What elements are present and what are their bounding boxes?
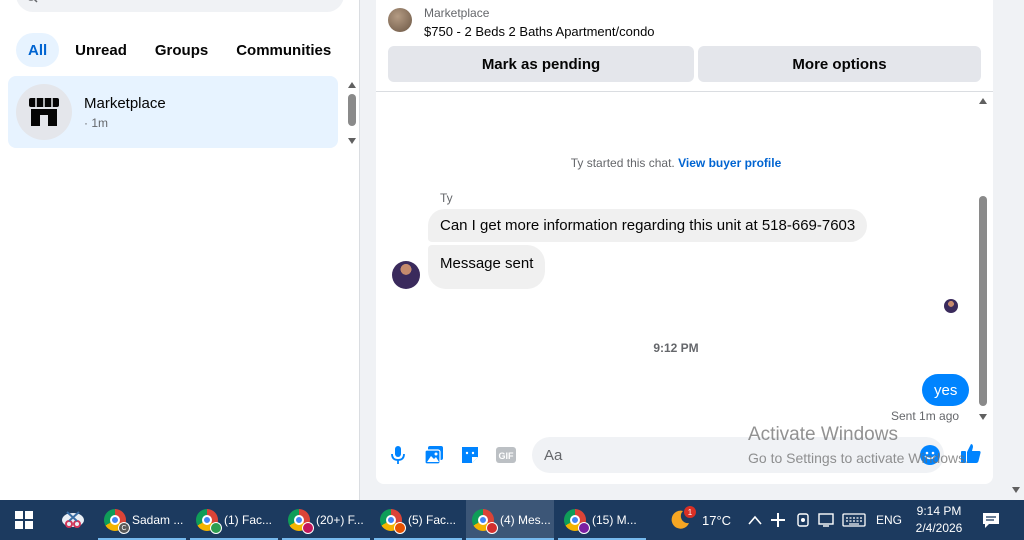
listing-thumbnail[interactable]	[388, 8, 412, 32]
chrome-icon	[472, 509, 498, 534]
sender-avatar[interactable]	[392, 261, 420, 289]
filter-all[interactable]: All	[16, 33, 60, 67]
svg-text:GIF: GIF	[499, 451, 515, 461]
mark-as-pending-button[interactable]: Mark as pending	[388, 46, 694, 82]
scroll-down-arrow-icon[interactable]	[979, 414, 987, 420]
taskbar-chrome-facebook-1[interactable]: (1) Fac...	[190, 500, 278, 540]
task-label: (4) Mes...	[500, 513, 551, 527]
filter-communities[interactable]: Communities	[224, 33, 343, 67]
windows-taskbar: C Sadam ... (1) Fac... (20+) F... (5) Fa…	[0, 500, 1024, 540]
task-label: Sadam ...	[132, 513, 184, 527]
taskbar-chrome-sadam[interactable]: C Sadam ...	[98, 500, 186, 540]
profile-badge-icon	[486, 522, 498, 534]
conversation-scrollbar[interactable]	[976, 96, 990, 422]
weather-temperature: 17°C	[702, 512, 732, 528]
task-label: (1) Fac...	[224, 513, 273, 527]
windows-start-icon[interactable]	[0, 500, 48, 540]
profile-badge-icon	[210, 522, 222, 534]
taskbar-chrome-facebook-20[interactable]: (20+) F...	[282, 500, 370, 540]
scroll-down-arrow-icon[interactable]	[348, 138, 356, 144]
taskbar-chrome-messenger-15[interactable]: (15) M...	[558, 500, 646, 540]
search-input[interactable]	[16, 0, 344, 12]
plus-icon[interactable]	[770, 500, 786, 540]
weather-widget[interactable]: 1 17°C	[668, 500, 731, 540]
more-options-button[interactable]: More options	[698, 46, 981, 82]
message-bubble-incoming[interactable]: Can I get more information regarding thi…	[428, 209, 868, 242]
message-bubble-incoming[interactable]: Message sent	[428, 245, 546, 289]
filter-tabs: All Unread Groups Communities	[16, 33, 343, 67]
input-language[interactable]: ENG	[876, 500, 902, 540]
scroll-thumb[interactable]	[348, 94, 356, 126]
profile-badge-icon	[578, 522, 590, 534]
watermark-title: Activate Windows	[748, 424, 898, 445]
meet-now-icon[interactable]	[796, 500, 810, 540]
chrome-icon: C	[104, 509, 130, 534]
filter-unread[interactable]: Unread	[63, 33, 139, 67]
read-receipt-avatar	[944, 299, 958, 313]
clock-date: 2/4/2026	[915, 521, 963, 535]
profile-badge: C	[118, 522, 130, 534]
profile-badge-icon	[394, 522, 406, 534]
taskbar-chrome-facebook-5[interactable]: (5) Fac...	[374, 500, 462, 540]
chrome-icon	[564, 509, 590, 534]
chrome-icon	[288, 509, 314, 534]
profile-badge-icon	[302, 522, 314, 534]
filter-groups[interactable]: Groups	[143, 33, 220, 67]
gif-icon[interactable]: GIF	[495, 444, 517, 466]
chat-started-text: Ty started this chat.	[570, 156, 675, 170]
activate-windows-watermark: Activate Windows Go to Settings to activ…	[748, 424, 969, 466]
listing-header: Marketplace $750 - 2 Beds 2 Baths Apartm…	[376, 0, 993, 92]
search-icon	[26, 0, 38, 6]
view-buyer-profile-link[interactable]: View buyer profile	[678, 156, 781, 170]
microphone-icon[interactable]	[387, 444, 409, 466]
show-hidden-icons-icon[interactable]	[748, 500, 762, 540]
page-scroll-down-arrow-icon[interactable]	[1012, 487, 1020, 493]
task-label: (5) Fac...	[408, 513, 457, 527]
conversation-item-marketplace[interactable]: Marketplace · 1m	[8, 76, 338, 148]
conversation-panel: Marketplace $750 - 2 Beds 2 Baths Apartm…	[376, 0, 993, 484]
snipping-tool-icon[interactable]	[58, 500, 88, 540]
message-timestamp: 9:12 PM	[653, 341, 699, 355]
system-clock[interactable]: 9:14 PM 2/4/2026	[908, 503, 970, 537]
taskbar-chrome-messenger-4[interactable]: (4) Mes...	[466, 500, 554, 540]
photo-attach-icon[interactable]	[423, 444, 445, 466]
conversation-name: Marketplace	[84, 94, 166, 112]
notifications-icon[interactable]	[982, 500, 1000, 540]
listing-source: Marketplace	[424, 6, 490, 20]
weather-badge: 1	[684, 506, 696, 518]
sticker-icon[interactable]	[459, 444, 481, 466]
chat-started-notice: Ty started this chat. View buyer profile	[376, 156, 976, 170]
scroll-up-arrow-icon[interactable]	[348, 82, 356, 88]
scroll-thumb[interactable]	[979, 196, 987, 406]
chat-list-scrollbar[interactable]	[346, 80, 358, 144]
message-bubble-outgoing[interactable]: yes	[922, 374, 970, 406]
chat-list-panel: All Unread Groups Communities Marketplac…	[0, 0, 360, 500]
watermark-subtitle: Go to Settings to activate Windows.	[748, 450, 969, 466]
keyboard-icon[interactable]	[842, 500, 866, 540]
network-icon[interactable]	[818, 500, 836, 540]
weather-moon-icon: 1	[668, 506, 696, 532]
listing-title[interactable]: $750 - 2 Beds 2 Baths Apartment/condo	[424, 24, 655, 39]
task-label: (15) M...	[592, 513, 637, 527]
clock-time: 9:14 PM	[916, 504, 962, 518]
marketplace-store-icon	[16, 84, 72, 140]
chrome-icon	[196, 509, 222, 534]
task-label: (20+) F...	[316, 513, 364, 527]
conversation-time: · 1m	[84, 115, 108, 130]
scroll-up-arrow-icon[interactable]	[979, 98, 987, 104]
chrome-icon	[380, 509, 406, 534]
sent-status: Sent 1m ago	[891, 409, 960, 423]
sender-name: Ty	[440, 191, 453, 205]
